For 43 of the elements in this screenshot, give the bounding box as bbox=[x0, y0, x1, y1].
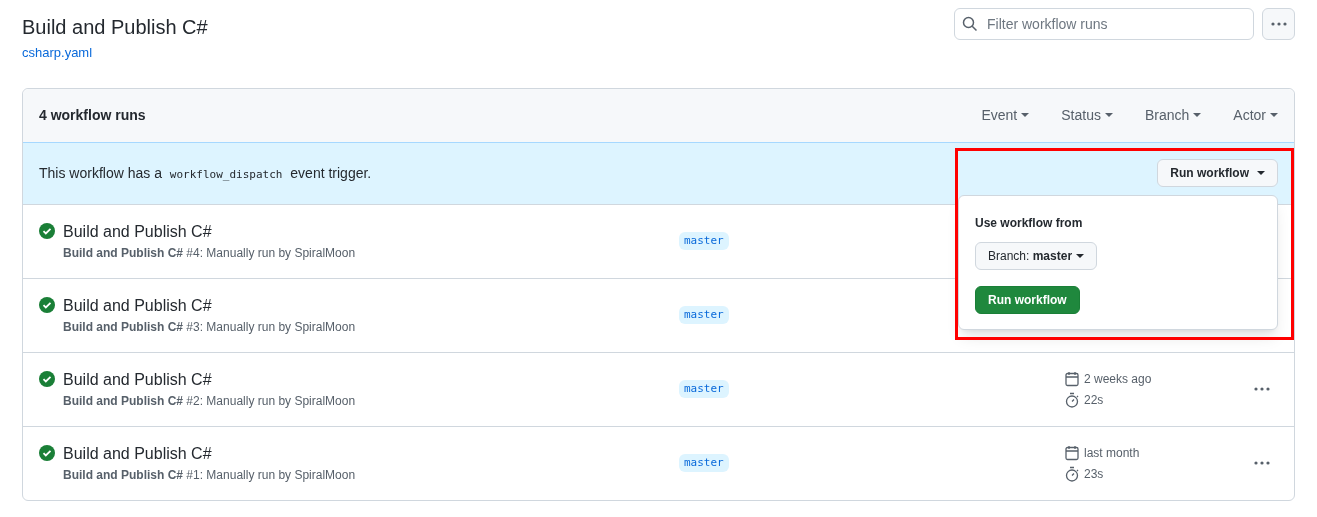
run-duration: 23s bbox=[1084, 465, 1104, 483]
branch-tag[interactable]: master bbox=[679, 453, 729, 473]
run-title[interactable]: Build and Publish C# bbox=[63, 368, 356, 392]
run-title[interactable]: Build and Publish C# bbox=[63, 220, 356, 244]
caret-icon bbox=[1076, 254, 1085, 258]
caret-icon bbox=[1104, 113, 1113, 117]
run-subtitle: Build and Publish C# #4: Manually run by SpiralMoon bbox=[63, 245, 356, 262]
filter-dropdown[interactable]: Status bbox=[1061, 104, 1113, 126]
run-count: 4 workflow runs bbox=[39, 105, 146, 125]
run-date: last month bbox=[1084, 444, 1140, 462]
branch-tag[interactable]: master bbox=[679, 379, 729, 399]
caret-icon bbox=[1193, 113, 1202, 117]
calendar-icon bbox=[1064, 370, 1080, 387]
stopwatch-icon bbox=[1064, 465, 1080, 482]
run-duration: 22s bbox=[1084, 391, 1104, 409]
stopwatch-icon bbox=[1064, 391, 1080, 408]
caret-icon bbox=[1257, 171, 1265, 175]
branch-dropdown[interactable]: Branch: master bbox=[975, 242, 1098, 270]
more-icon bbox=[1270, 22, 1287, 26]
popup-label: Use workflow from bbox=[975, 215, 1083, 232]
run-subtitle: Build and Publish C# #1: Manually run by SpiralMoon bbox=[63, 467, 356, 484]
run-date: 2 weeks ago bbox=[1084, 370, 1152, 388]
search-field[interactable]: Filter workflow runs bbox=[954, 8, 1254, 40]
run-workflow-button[interactable]: Run workflow bbox=[975, 286, 1080, 314]
filter-dropdown[interactable]: Actor bbox=[1233, 104, 1278, 126]
branch-tag[interactable]: master bbox=[679, 231, 729, 251]
workflow-file-link[interactable]: csharp.yaml bbox=[22, 43, 208, 63]
caret-icon bbox=[1270, 113, 1278, 117]
banner-text: This workflow has a workflow_dispatch event trigger. bbox=[39, 163, 372, 183]
filter-dropdown[interactable]: Event bbox=[981, 104, 1030, 126]
run-title[interactable]: Build and Publish C# bbox=[63, 294, 356, 318]
more-icon bbox=[1254, 461, 1270, 465]
run-workflow-dropdown[interactable]: Run workflow bbox=[1157, 159, 1278, 187]
branch-tag[interactable]: master bbox=[679, 305, 729, 325]
workflow-title: Build and Publish C# bbox=[22, 15, 208, 40]
filter-dropdown[interactable]: Branch bbox=[1144, 104, 1202, 126]
search-icon bbox=[962, 16, 978, 32]
run-subtitle: Build and Publish C# #2: Manually run by SpiralMoon bbox=[63, 393, 356, 410]
run-title[interactable]: Build and Publish C# bbox=[63, 442, 356, 466]
caret-icon bbox=[1021, 113, 1030, 117]
run-subtitle: Build and Publish C# #3: Manually run by SpiralMoon bbox=[63, 319, 356, 336]
more-icon bbox=[1254, 387, 1270, 391]
calendar-icon bbox=[1064, 444, 1080, 461]
